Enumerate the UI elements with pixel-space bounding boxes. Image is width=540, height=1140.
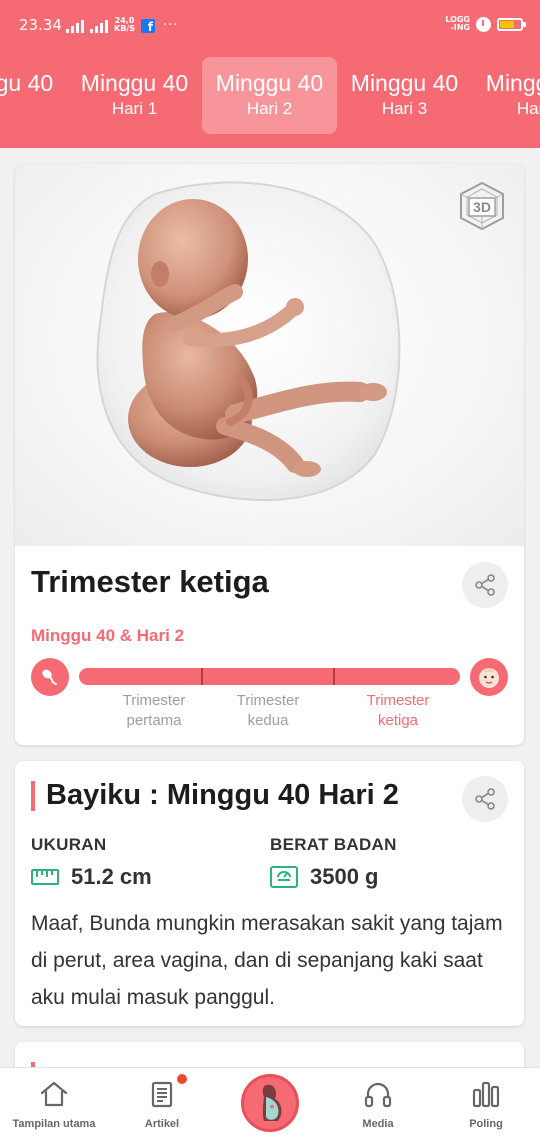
headphones-icon — [364, 1082, 392, 1108]
status-time: 23.34 — [19, 16, 62, 34]
trimester-label-line2: kedua — [247, 712, 289, 729]
baby-face-icon — [470, 658, 508, 696]
day-tab-day: Hari 3 — [381, 99, 428, 118]
status-icons-left: 24,0 KB/S f ··· — [66, 17, 178, 33]
logging-line2: -ING — [450, 23, 470, 32]
day-tab-day: Hari 2 — [246, 99, 293, 118]
fetus-illustration — [96, 181, 401, 501]
nav-media-label: Media — [362, 1118, 394, 1130]
day-tab-day: Hari 4 — [516, 99, 540, 118]
status-icons-right: LOGG -ING — [445, 16, 526, 32]
day-tab-day: Hari 1 — [111, 99, 158, 118]
poll-icon — [472, 1081, 500, 1108]
day-tabs: Minggu 40 Minggu 40 Hari 1 Minggu 40 Har… — [0, 57, 540, 134]
day-tab-week: Minggu 40 — [80, 70, 189, 96]
trimester-label-line1: Trimester — [236, 692, 300, 709]
facebook-icon: f — [140, 19, 155, 33]
trimester-label-line2: pertama — [126, 712, 182, 729]
day-tab-week: Minggu 40 — [350, 70, 459, 96]
section-accent-bar — [31, 781, 35, 811]
trimester-label-line2: ketiga — [377, 712, 419, 729]
alarm-icon — [476, 16, 491, 32]
day-tab-week: Minggu 40 — [485, 70, 540, 96]
scale-icon — [270, 866, 298, 888]
day-tab-prev[interactable]: Minggu 40 — [0, 57, 67, 134]
signal-icon — [90, 19, 108, 33]
day-tab-hari-2[interactable]: Minggu 40 Hari 2 — [202, 57, 337, 134]
day-tab-hari-3[interactable]: Minggu 40 Hari 3 — [337, 57, 472, 134]
weight-label: BERAT BADAN — [270, 835, 397, 854]
weight-stat: 3500 g — [270, 864, 379, 890]
trimester-title: Trimester ketiga — [31, 564, 269, 599]
nav-pregnancy-button[interactable] — [241, 1074, 299, 1132]
nav-home-label: Tampilan utama — [12, 1118, 96, 1130]
pregnancy-icon — [262, 1084, 282, 1121]
trimester-label-3: Trimester ketiga — [338, 691, 458, 731]
notification-dot — [175, 1072, 189, 1086]
trimester-progress-bar — [79, 668, 460, 685]
share-icon — [475, 574, 495, 596]
network-speed: 24,0 KB/S — [114, 17, 135, 33]
fetus-3d-image[interactable]: 3D — [15, 164, 524, 546]
status-bar: 23.34 24,0 KB/S f ··· LOGG -ING — [0, 0, 540, 50]
nav-media[interactable]: Media — [324, 1068, 432, 1140]
size-label: UKURAN — [31, 835, 107, 854]
day-tab-week: Minggu 40 — [215, 70, 324, 96]
share-button[interactable] — [462, 562, 508, 608]
weight-value: 3500 g — [310, 864, 379, 889]
trimester-label-2: Trimester kedua — [208, 691, 328, 731]
baby-card: Bayiku : Minggu 40 Hari 2 UKURAN 51.2 cm… — [15, 761, 524, 1026]
nav-poling-label: Poling — [469, 1118, 503, 1130]
nav-artikel[interactable]: Artikel — [108, 1068, 216, 1140]
3d-badge-label: 3D — [473, 199, 491, 215]
trimester-divider — [333, 668, 335, 685]
day-tab-hari-4[interactable]: Minggu 40 Hari 4 — [472, 57, 540, 134]
trimester-label-line1: Trimester — [366, 692, 430, 709]
trimester-label-1: Trimester pertama — [94, 691, 214, 731]
nav-artikel-label: Artikel — [144, 1118, 180, 1130]
trimester-card: 3D Trimester ketiga Minggu 40 & Hari 2 T… — [15, 164, 524, 745]
share-icon — [475, 788, 495, 810]
sperm-icon — [31, 658, 69, 696]
baby-card-title: Bayiku : Minggu 40 Hari 2 — [46, 779, 399, 811]
ruler-icon — [31, 869, 59, 885]
baby-description: Maaf, Bunda mungkin merasakan sakit yang… — [31, 912, 503, 1009]
share-button[interactable] — [462, 776, 508, 822]
trimester-divider — [201, 668, 203, 685]
nav-home[interactable]: Tampilan utama — [0, 1068, 108, 1140]
battery-icon — [497, 17, 526, 31]
day-tab-week: Minggu 40 — [0, 70, 54, 96]
home-icon — [40, 1081, 68, 1107]
week-day-label: Minggu 40 & Hari 2 — [31, 626, 185, 645]
day-tab-hari-1[interactable]: Minggu 40 Hari 1 — [67, 57, 202, 134]
3d-view-icon[interactable]: 3D — [456, 180, 508, 232]
trimester-label-line1: Trimester — [122, 692, 186, 709]
more-notifications-icon: ··· — [162, 18, 179, 33]
logging-indicator: LOGG -ING — [445, 16, 470, 32]
size-value: 51.2 cm — [71, 864, 152, 889]
size-stat: 51.2 cm — [31, 864, 152, 890]
nav-poling[interactable]: Poling — [432, 1068, 540, 1140]
network-speed-unit: KB/S — [114, 24, 135, 33]
article-icon — [151, 1081, 173, 1108]
header: 23.34 24,0 KB/S f ··· LOGG -ING gu 40 Mi… — [0, 0, 540, 148]
signal-4g-icon — [66, 19, 84, 33]
